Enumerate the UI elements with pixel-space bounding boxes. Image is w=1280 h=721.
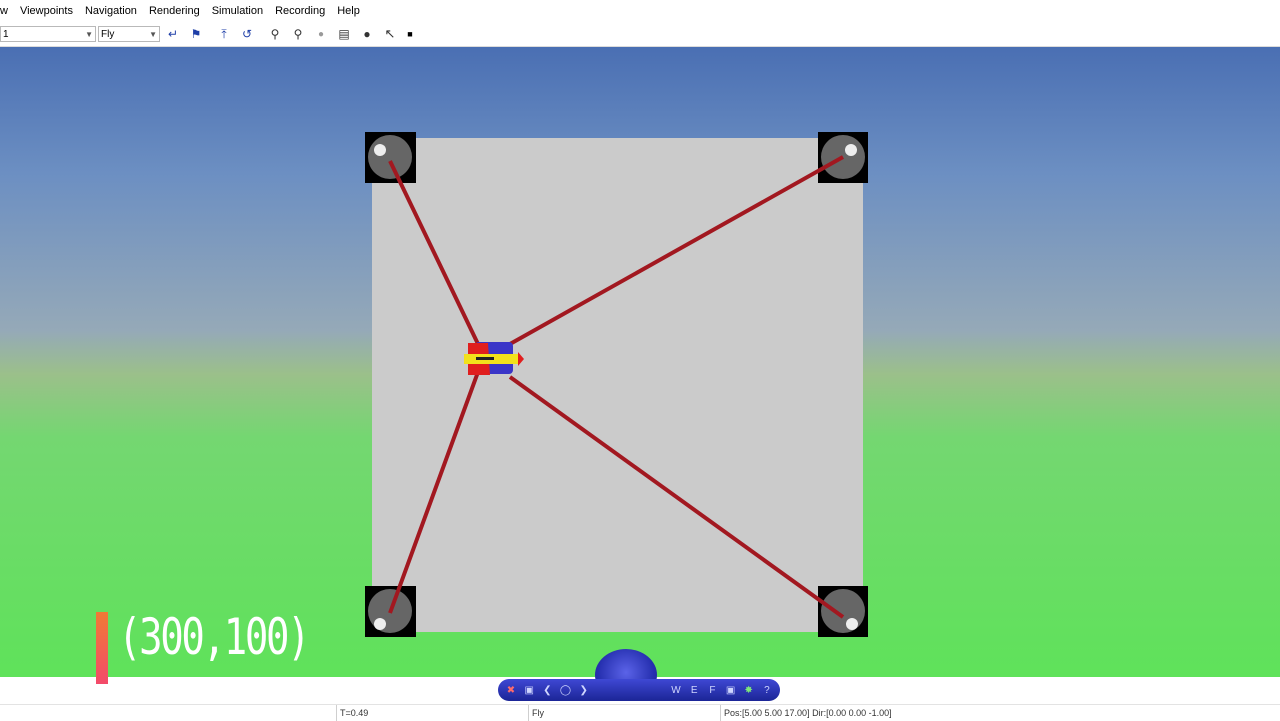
zoom-out-icon[interactable]: ⚲ [288, 25, 308, 43]
platform [372, 138, 863, 632]
go-icon[interactable]: ⚑ [186, 25, 206, 43]
corner-pulley-top-left [365, 132, 416, 183]
overlay-coordinate-label: (300,100) [118, 608, 311, 666]
minimize-icon[interactable]: ▣ [522, 685, 536, 696]
menu-help[interactable]: Help [331, 0, 366, 22]
menu-simulation[interactable]: Simulation [206, 0, 269, 22]
corner-pulley-bottom-right [818, 586, 868, 637]
viewpoint-select[interactable]: 1 ▼ [0, 26, 96, 42]
status-mode: Fly [528, 705, 544, 721]
fit-icon[interactable]: ▣ [724, 685, 738, 696]
zoom-in-icon[interactable]: ⚲ [265, 25, 285, 43]
stop-icon[interactable]: ■ [400, 25, 420, 43]
back-arrow-icon[interactable]: ❮ [540, 685, 554, 696]
status-bar: T=0.49 Fly Pos:[5.00 5.00 17.00] Dir:[0.… [0, 704, 1280, 721]
help-icon[interactable]: ? [760, 685, 774, 696]
scene-canvas [365, 132, 868, 637]
orbit-icon[interactable]: ◯ [559, 685, 573, 696]
menu-recording[interactable]: Recording [269, 0, 331, 22]
menu-bar: w Viewpoints Navigation Rendering Simula… [0, 0, 1280, 22]
examine-icon[interactable]: E [687, 685, 701, 696]
chevron-down-icon: ▼ [85, 30, 93, 39]
return-icon[interactable]: ↵ [163, 25, 183, 43]
forward-arrow-icon[interactable]: ❯ [577, 685, 591, 696]
status-time: T=0.49 [336, 705, 368, 721]
walk-icon[interactable]: W [669, 685, 683, 696]
record-dot-icon[interactable]: ● [311, 25, 331, 43]
lighting-icon[interactable]: ✸ [742, 685, 756, 696]
camera-icon[interactable]: ● [357, 25, 377, 43]
snapshot-list-icon[interactable]: ▤ [334, 25, 354, 43]
navigation-mode-value: Fly [101, 29, 115, 40]
undo-move-icon[interactable]: ↺ [237, 25, 257, 43]
viewpoint-select-value: 1 [3, 29, 9, 40]
navigation-dock: ✖ ▣ ❮ ◯ ❯ W E F ▣ ✸ ? [498, 679, 780, 701]
status-position: Pos:[5.00 5.00 17.00] Dir:[0.00 0.00 -1.… [720, 705, 892, 721]
menu-window[interactable]: w [0, 0, 14, 22]
straighten-icon[interactable]: ⤒ [214, 25, 234, 43]
menu-viewpoints[interactable]: Viewpoints [14, 0, 79, 22]
menu-navigation[interactable]: Navigation [79, 0, 143, 22]
viewport-3d[interactable]: (300,100) [0, 47, 1280, 684]
toolbar: 1 ▼ Fly ▼ ↵ ⚑ ⤒ ↺ ⚲ ⚲ ● ▤ ● ↖ ■ [0, 22, 1280, 47]
navigation-mode-select[interactable]: Fly ▼ [98, 26, 160, 42]
close-icon[interactable]: ✖ [504, 685, 518, 696]
overlay-accent-bar [96, 612, 108, 684]
fly-icon[interactable]: F [705, 685, 719, 696]
chevron-down-icon: ▼ [149, 30, 157, 39]
cursor-icon[interactable]: ↖ [380, 25, 400, 43]
menu-rendering[interactable]: Rendering [143, 0, 206, 22]
